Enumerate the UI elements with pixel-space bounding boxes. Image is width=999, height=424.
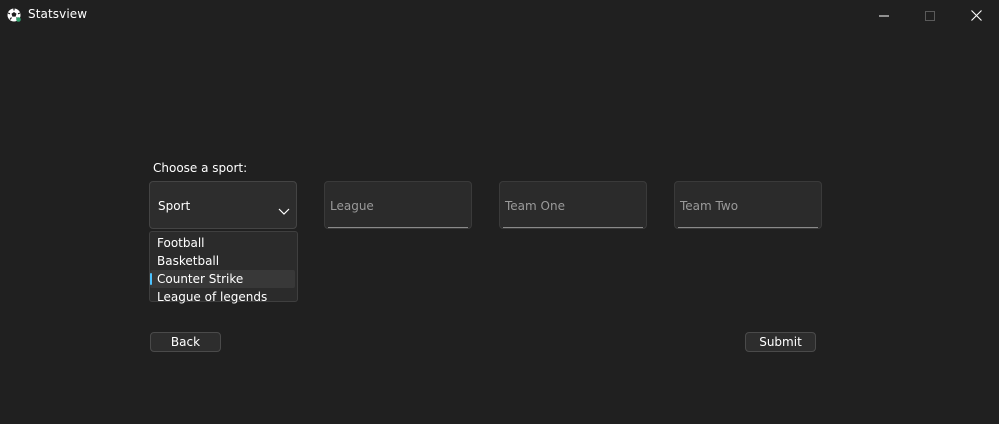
league-input[interactable]: League (324, 181, 472, 229)
soccer-ball-icon (7, 7, 21, 22)
option-label: Counter Strike (157, 272, 244, 286)
team-one-underline (503, 227, 643, 228)
submit-button[interactable]: Submit (745, 332, 816, 352)
sport-select-value: Sport (158, 199, 191, 213)
maximize-icon (925, 6, 935, 25)
app-window: Statsview Choose a sport: Sport League T… (0, 0, 999, 424)
option-label: Football (157, 236, 205, 250)
back-button[interactable]: Back (150, 332, 221, 352)
close-button[interactable] (953, 0, 999, 30)
sport-dropdown-list: Football Basketball Counter Strike Leagu… (149, 231, 298, 304)
sport-option-basketball[interactable]: Basketball (150, 252, 295, 270)
league-underline (328, 227, 468, 228)
option-label: Basketball (157, 254, 220, 268)
minimize-icon (879, 6, 889, 25)
option-label: League of legends (157, 290, 268, 304)
sport-option-counter-strike[interactable]: Counter Strike (150, 270, 295, 288)
sport-option-league-of-legends[interactable]: League of legends (150, 288, 295, 306)
maximize-button[interactable] (907, 0, 953, 30)
minimize-button[interactable] (861, 0, 907, 30)
sport-select[interactable]: Sport (149, 181, 297, 229)
title-bar[interactable]: Statsview (0, 0, 999, 30)
selection-indicator (150, 273, 152, 285)
sport-option-football[interactable]: Football (150, 234, 295, 252)
team-one-input[interactable]: Team One (499, 181, 647, 229)
league-placeholder: League (330, 199, 374, 213)
window-title: Statsview (28, 7, 88, 21)
team-one-placeholder: Team One (505, 199, 565, 213)
sport-label: Choose a sport: (153, 161, 248, 175)
team-two-input[interactable]: Team Two (674, 181, 822, 229)
close-icon (970, 6, 982, 25)
team-two-placeholder: Team Two (680, 199, 739, 213)
team-two-underline (678, 227, 818, 228)
chevron-down-icon (278, 201, 290, 215)
